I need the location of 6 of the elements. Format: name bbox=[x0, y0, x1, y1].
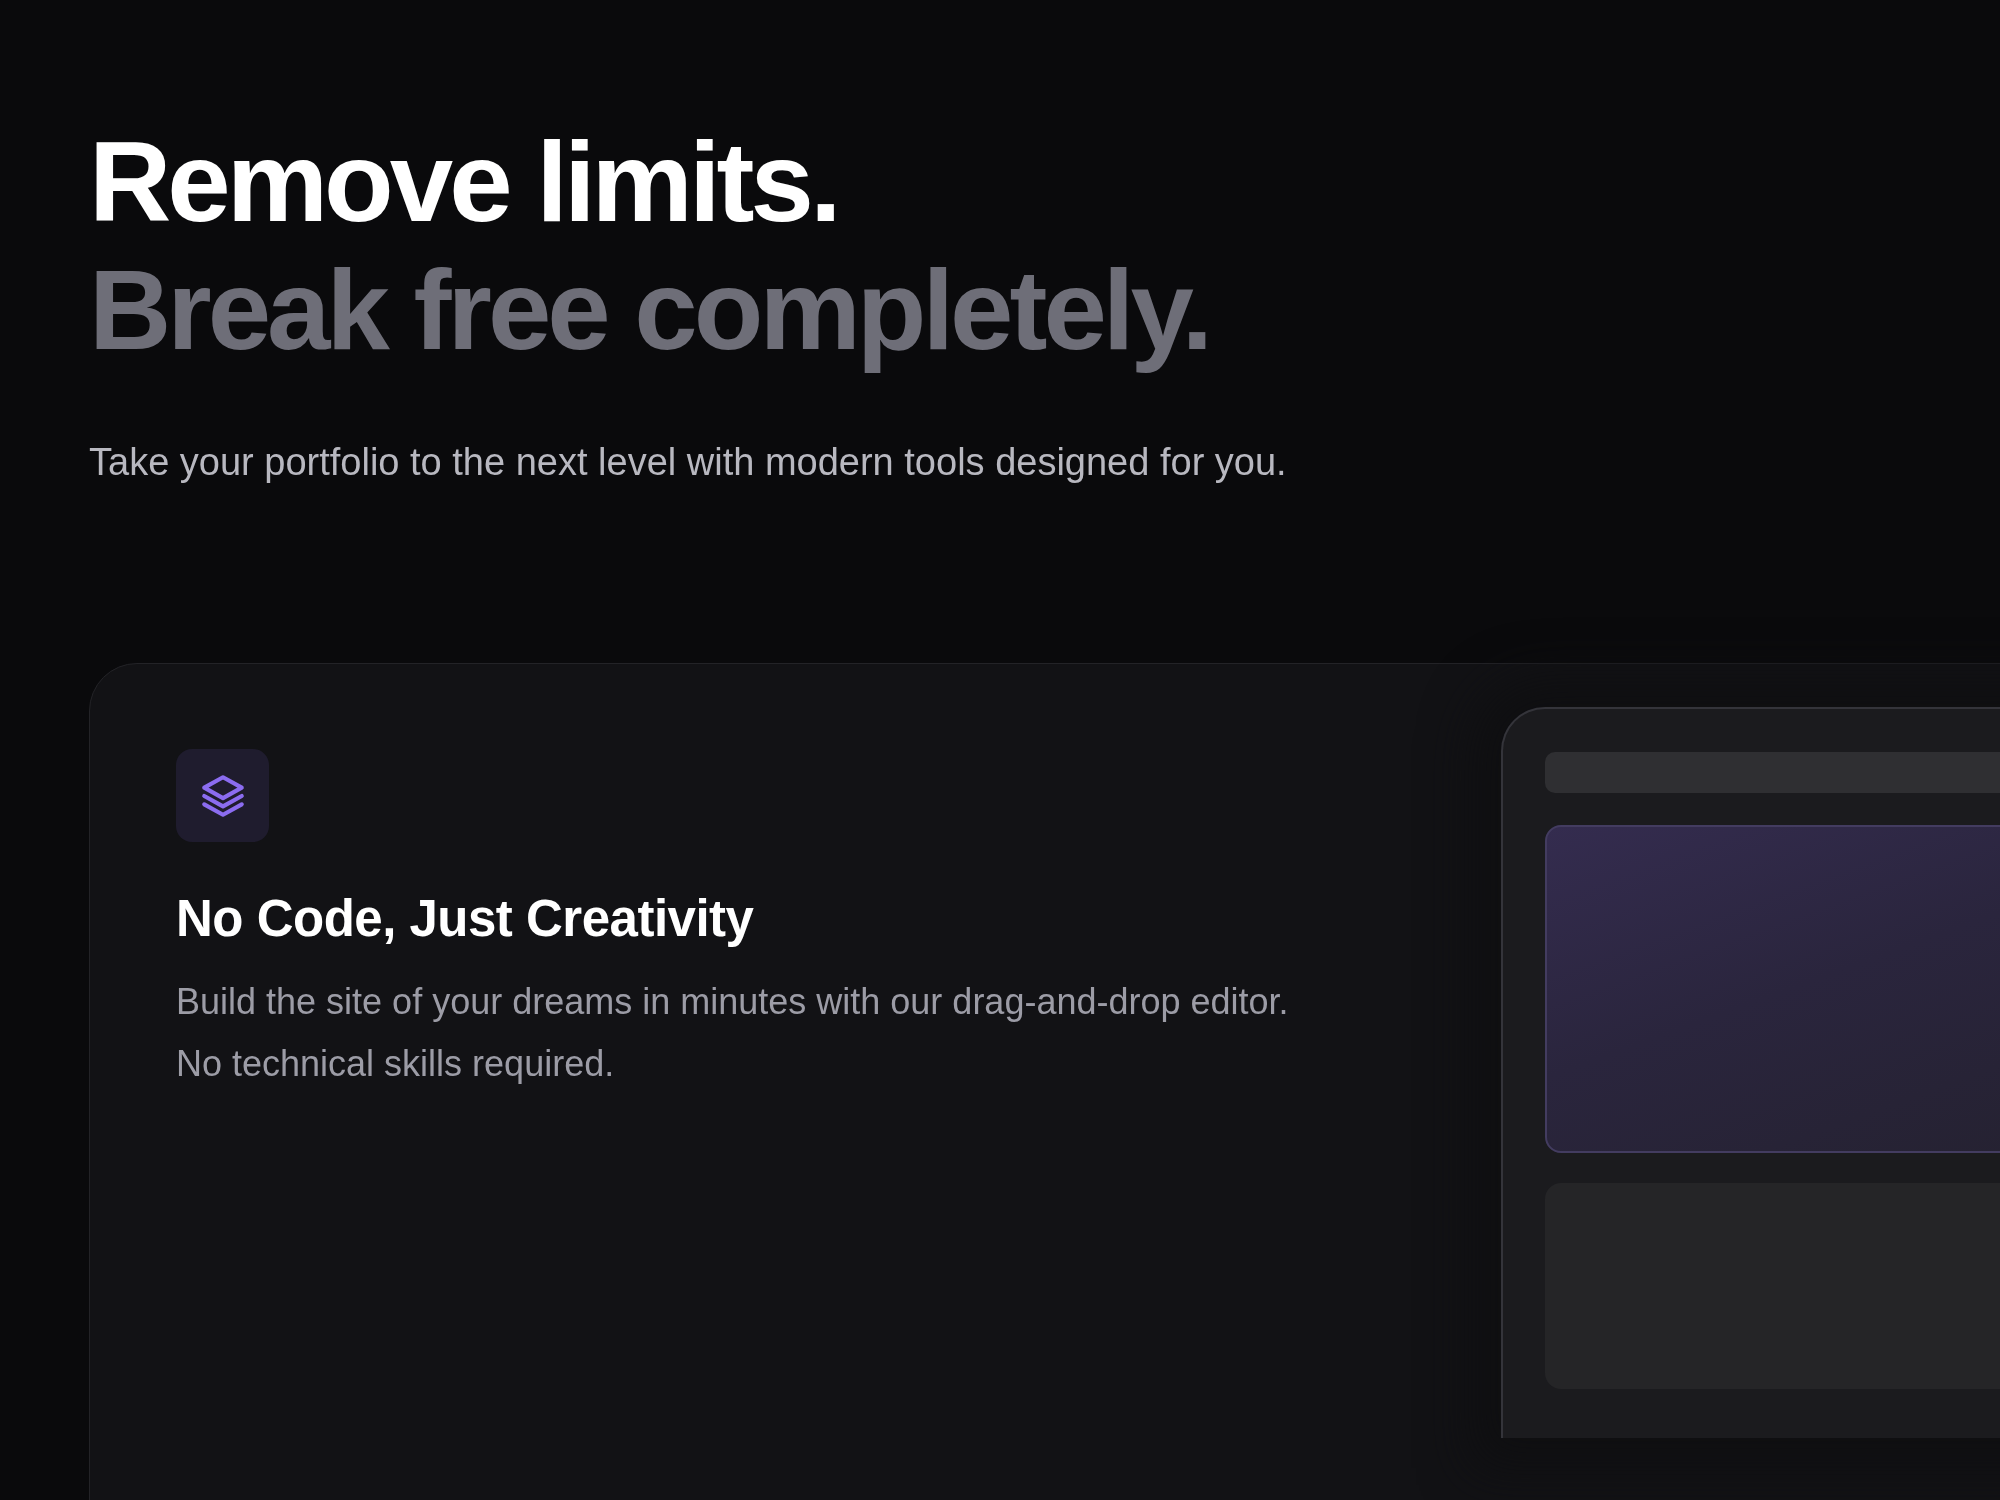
layers-icon bbox=[176, 749, 269, 842]
headline: Break free completely. bbox=[89, 246, 1211, 374]
feature-title: No Code, Just Creativity bbox=[176, 889, 755, 949]
headline: Remove limits. bbox=[89, 118, 839, 246]
feature-description: Build the site of your dreams in minutes with our drag-and-drop editor. No technical skills required. bbox=[176, 980, 1290, 1087]
subtitle: Take your portfolio to the next level with modern tools designed for you. bbox=[89, 440, 1288, 485]
